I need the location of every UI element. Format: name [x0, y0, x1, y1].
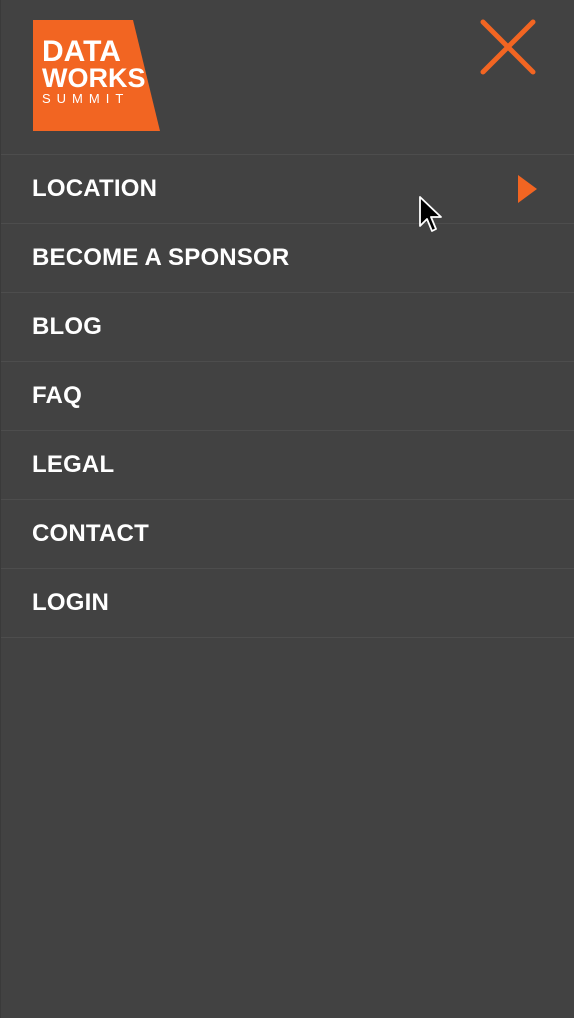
- nav-drawer: DATA WORKS SUMMIT LOCATION BECOME A SPON…: [0, 0, 574, 1018]
- menu-item-label: BECOME A SPONSOR: [32, 244, 290, 271]
- nav-menu: LOCATION BECOME A SPONSOR BLOG FAQ LEGAL…: [1, 155, 574, 638]
- play-arrow-icon[interactable]: [518, 175, 537, 203]
- menu-item-label: LEGAL: [32, 451, 115, 478]
- menu-item-faq[interactable]: FAQ: [1, 362, 574, 431]
- menu-item-become-a-sponsor[interactable]: BECOME A SPONSOR: [1, 224, 574, 293]
- menu-item-label: LOCATION: [32, 175, 158, 202]
- menu-item-contact[interactable]: CONTACT: [1, 500, 574, 569]
- menu-item-label: LOGIN: [32, 589, 109, 616]
- menu-item-legal[interactable]: LEGAL: [1, 431, 574, 500]
- menu-item-blog[interactable]: BLOG: [1, 293, 574, 362]
- data-works-summit-logo[interactable]: DATA WORKS SUMMIT: [33, 20, 160, 131]
- menu-item-location[interactable]: LOCATION: [1, 155, 574, 224]
- menu-item-label: BLOG: [32, 313, 103, 340]
- drawer-header: DATA WORKS SUMMIT: [1, 0, 574, 155]
- close-icon: [480, 19, 536, 75]
- close-button[interactable]: [479, 18, 537, 76]
- logo-line-2: WORKS: [42, 63, 146, 93]
- menu-item-login[interactable]: LOGIN: [1, 569, 574, 638]
- menu-item-label: FAQ: [32, 382, 82, 409]
- menu-item-label: CONTACT: [32, 520, 149, 547]
- logo-line-3: SUMMIT: [42, 91, 129, 106]
